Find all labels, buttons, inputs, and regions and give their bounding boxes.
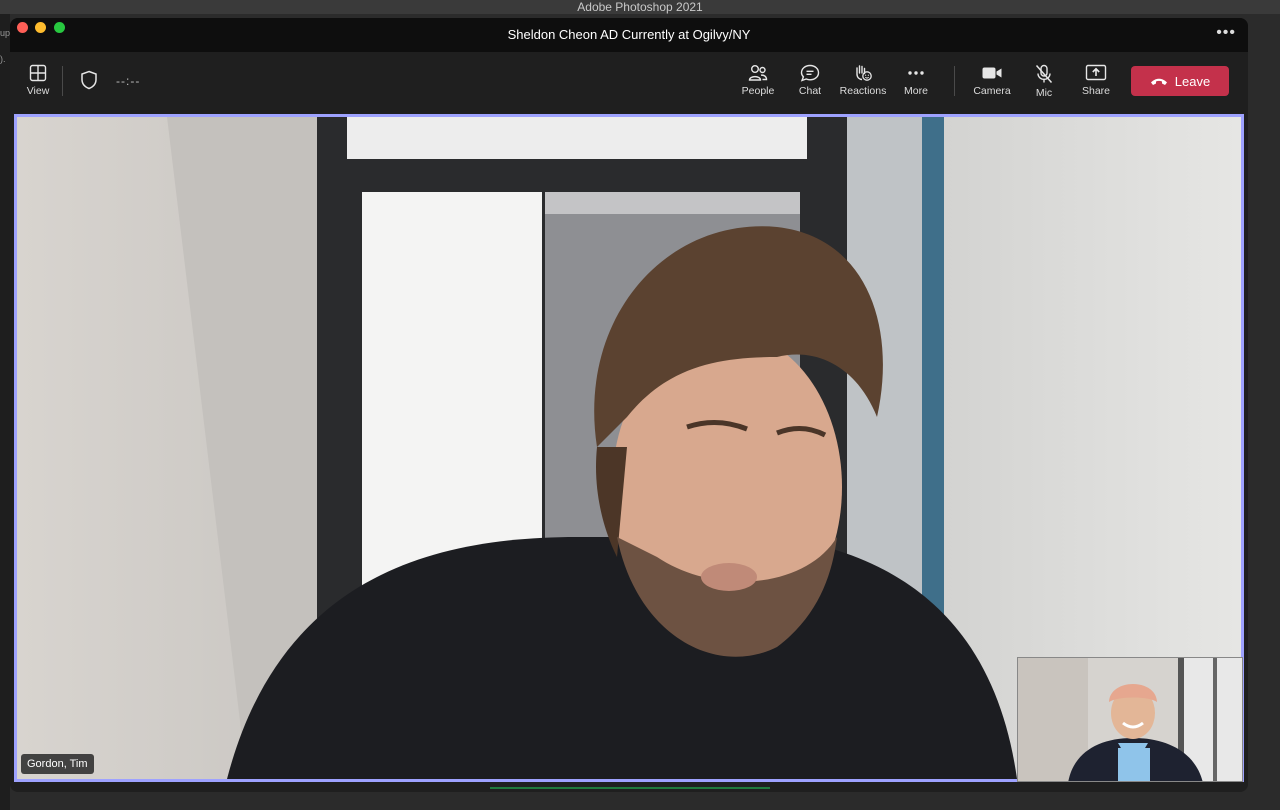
leave-button[interactable]: Leave: [1131, 66, 1229, 96]
share-screen-icon: [1085, 64, 1107, 81]
mic-label: Mic: [1035, 87, 1053, 99]
people-label: People: [741, 85, 775, 97]
shield-icon[interactable]: [80, 70, 98, 90]
background-text-fragment: up: [0, 28, 11, 38]
share-label: Share: [1081, 85, 1111, 97]
loading-indicator: [490, 787, 770, 789]
os-menubar: Adobe Photoshop 2021: [0, 0, 1280, 14]
chat-label: Chat: [798, 85, 822, 97]
minimize-window-button[interactable]: [35, 22, 46, 33]
self-view-video[interactable]: [1017, 657, 1243, 782]
toolbar-divider: [62, 66, 63, 96]
meeting-toolbar: View --:-- People Chat Reactions More Ca…: [10, 52, 1248, 110]
mic-button[interactable]: Mic: [1016, 60, 1072, 104]
mic-off-icon: [1035, 64, 1053, 83]
self-video-feed: [1018, 658, 1242, 781]
toolbar-divider: [954, 66, 955, 96]
os-app-title: Adobe Photoshop 2021: [577, 0, 703, 14]
camera-icon: [982, 67, 1002, 79]
zoom-window-button[interactable]: [54, 22, 65, 33]
more-dots-icon: [908, 71, 924, 75]
camera-button[interactable]: Camera: [964, 60, 1020, 104]
chat-button[interactable]: Chat: [782, 60, 838, 104]
background-window-edge: up ).: [0, 14, 10, 810]
raise-hand-emoji-icon: [856, 65, 872, 81]
window-titlebar: Sheldon Cheon AD Currently at Ogilvy/NY …: [10, 18, 1248, 52]
people-button[interactable]: People: [730, 60, 786, 104]
grid-icon: [29, 64, 47, 82]
camera-label: Camera: [973, 85, 1011, 97]
teams-meeting-window: Sheldon Cheon AD Currently at Ogilvy/NY …: [10, 18, 1248, 792]
more-button[interactable]: More: [888, 60, 944, 104]
reactions-label: Reactions: [839, 85, 887, 97]
meeting-timer: --:--: [116, 74, 141, 88]
people-icon: [748, 65, 768, 81]
phone-hangup-icon: [1150, 78, 1167, 85]
more-label: More: [904, 85, 928, 97]
desktop-background: [1248, 14, 1280, 810]
participant-name-tag: Gordon, Tim: [21, 754, 94, 774]
background-text-fragment: ).: [0, 54, 6, 64]
leave-label: Leave: [1174, 73, 1211, 89]
more-options-icon[interactable]: •••: [1216, 18, 1236, 52]
close-window-button[interactable]: [17, 22, 28, 33]
share-button[interactable]: Share: [1068, 60, 1124, 104]
meeting-title: Sheldon Cheon AD Currently at Ogilvy/NY: [507, 27, 751, 42]
view-label: View: [26, 85, 50, 97]
chat-bubble-icon: [800, 64, 820, 82]
view-button[interactable]: View: [10, 60, 66, 104]
reactions-button[interactable]: Reactions: [835, 60, 891, 104]
